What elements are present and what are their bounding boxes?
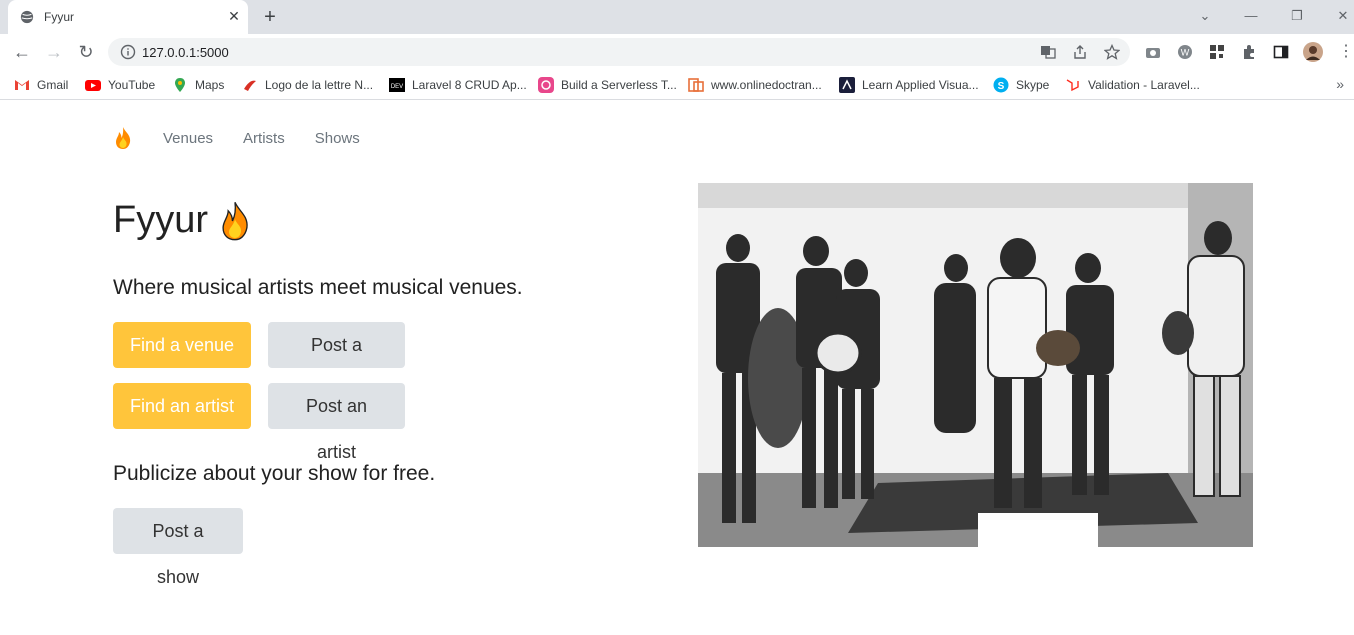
dev-icon: DEV xyxy=(389,78,405,92)
serverless-icon xyxy=(538,77,554,93)
address-bar[interactable]: 127.0.0.1:5000 xyxy=(108,38,1130,66)
bookmark-gmail[interactable]: Gmail xyxy=(14,76,68,94)
post-venue-button[interactable]: Post a venue xyxy=(268,322,405,401)
tab-strip: Fyyur ✕ + ⌄ — ❐ ✕ xyxy=(0,0,1354,34)
tagline: Where musical artists meet musical venue… xyxy=(113,276,523,299)
globe-icon xyxy=(20,10,34,24)
browser-tab[interactable]: Fyyur ✕ xyxy=(8,0,248,34)
post-artist-button[interactable]: Post an artist xyxy=(268,383,405,462)
youtube-icon xyxy=(85,80,101,91)
nav-link-venues[interactable]: Venues xyxy=(163,130,213,147)
bookmark-learn[interactable]: Learn Applied Visua... xyxy=(839,76,979,94)
side-panel-icon[interactable] xyxy=(1273,44,1289,60)
bookmark-star-icon[interactable] xyxy=(1104,44,1120,60)
svg-text:S: S xyxy=(998,81,1005,92)
nav-link-artists[interactable]: Artists xyxy=(243,130,285,147)
close-window-button[interactable]: ✕ xyxy=(1331,6,1354,26)
flame-logo-icon[interactable] xyxy=(113,126,133,150)
page-title: Fyyur xyxy=(113,199,252,242)
bookmark-skype[interactable]: S Skype xyxy=(993,76,1049,94)
gmail-icon xyxy=(15,80,29,90)
wordpress-icon[interactable]: W xyxy=(1177,44,1193,60)
minimize-button[interactable]: — xyxy=(1239,6,1263,26)
page-title-text: Fyyur xyxy=(113,199,208,241)
svg-text:DEV: DEV xyxy=(391,84,403,90)
menu-icon[interactable]: ⋮ xyxy=(1334,40,1354,64)
main-nav: Venues Artists Shows xyxy=(113,126,390,150)
restore-button[interactable]: ❐ xyxy=(1285,6,1309,26)
bookmark-serverless[interactable]: Build a Serverless T... xyxy=(538,76,677,94)
browser-toolbar: ← → ↻ 127.0.0.1:5000 W ⋮ xyxy=(0,34,1354,70)
logo-icon xyxy=(244,80,256,91)
laravel-icon xyxy=(1066,79,1079,92)
bookmark-logo[interactable]: Logo de la lettre N... xyxy=(242,76,373,94)
bookmark-onlinedoc[interactable]: www.onlinedoctran... xyxy=(688,76,822,94)
find-artist-button[interactable]: Find an artist xyxy=(113,383,251,429)
profile-avatar[interactable] xyxy=(1303,42,1323,62)
post-show-button[interactable]: Post a show xyxy=(113,508,243,587)
page-content: Venues Artists Shows Fyyur Where musical… xyxy=(0,101,1354,635)
camera-icon[interactable] xyxy=(1145,44,1161,60)
publicize-text: Publicize about your show for free. xyxy=(113,462,436,485)
bookmark-youtube[interactable]: YouTube xyxy=(85,76,155,94)
bookmarks-bar: Gmail YouTube Maps Logo de la lettre N..… xyxy=(0,70,1354,100)
bookmark-validation[interactable]: Validation - Laravel... xyxy=(1065,76,1200,94)
flame-icon xyxy=(222,201,248,240)
extensions-icon[interactable] xyxy=(1241,44,1257,60)
band-photo xyxy=(698,183,1253,547)
bookmark-maps[interactable]: Maps xyxy=(172,76,224,94)
forward-button[interactable]: → xyxy=(42,40,66,64)
info-icon[interactable] xyxy=(120,44,136,60)
new-tab-button[interactable]: + xyxy=(258,6,282,28)
tab-search-icon[interactable]: ⌄ xyxy=(1193,6,1217,26)
nav-link-shows[interactable]: Shows xyxy=(315,130,360,147)
qr-code-icon[interactable] xyxy=(1209,44,1225,60)
close-tab-icon[interactable]: ✕ xyxy=(226,8,242,24)
bookmarks-overflow-icon[interactable]: » xyxy=(1336,76,1344,92)
find-venue-button[interactable]: Find a venue xyxy=(113,322,251,368)
maps-icon xyxy=(175,78,185,92)
tab-title: Fyyur xyxy=(44,10,74,24)
reload-button[interactable]: ↻ xyxy=(74,40,98,64)
learn-icon xyxy=(839,77,855,93)
skype-icon: S xyxy=(993,77,1009,93)
back-button[interactable]: ← xyxy=(10,40,34,64)
share-icon[interactable] xyxy=(1072,44,1088,60)
doc-icon xyxy=(688,78,704,92)
bookmark-laravel-crud[interactable]: DEV Laravel 8 CRUD Ap... xyxy=(389,76,527,94)
translate-icon[interactable] xyxy=(1040,44,1056,60)
url-text: 127.0.0.1:5000 xyxy=(142,45,229,60)
svg-text:W: W xyxy=(1181,48,1190,58)
